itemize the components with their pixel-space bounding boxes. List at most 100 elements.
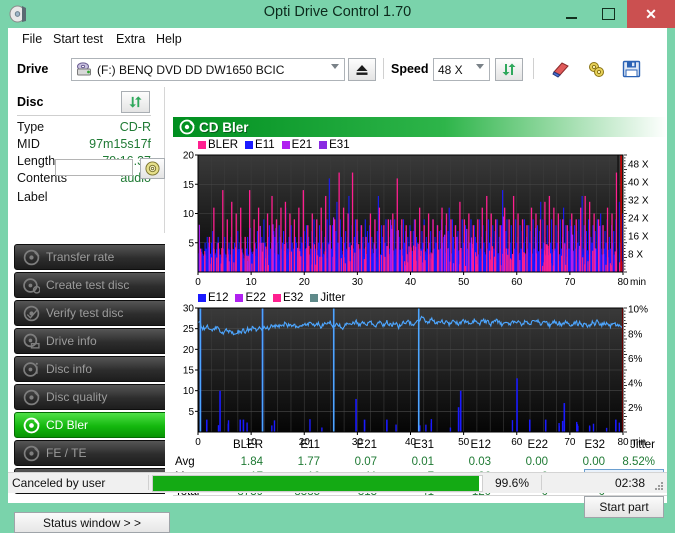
sidebar-label: Create test disc [46,278,130,292]
disc-verify-icon [23,305,40,321]
legend-entry: E21 [281,139,313,151]
table-cell: 0.07 [354,456,377,468]
stats-header-e21: E21 [356,439,377,451]
legend-label: E21 [291,139,313,151]
panel-title: CD Bler [199,119,249,135]
stats-header-e11: E11 [300,439,320,451]
disc-refresh-button[interactable] [121,91,150,113]
y-axis-tick-label: 10 [183,386,195,397]
disc-fete-icon [23,445,40,461]
application-window: Opti Drive Control 1.70 ✕ File Start tes… [0,0,675,533]
stats-header-e22: E22 [527,439,548,451]
close-button[interactable]: ✕ [627,0,675,28]
disc-panel-title: Disc [17,95,44,109]
stats-header-bler: BLER [232,439,263,451]
legend-entry: E31 [319,139,350,151]
disc-bler-icon [23,417,40,433]
disc-length-label: Length [17,154,56,168]
sidebar-item-disc-quality[interactable]: Disc quality [14,384,172,410]
jitter-chart-plot[interactable]: 510152025302%4%6%8%10%0 10 20 30 40 50 60 70 80 m… [173,292,667,452]
menu-extra[interactable]: Extra [116,32,145,46]
disc-type-label: Type [17,120,45,134]
legend-entry: BLER [198,139,238,151]
legend-swatch [198,294,206,302]
drive-select[interactable]: (F:) BENQ DVD DD DW1650 BCIC [71,58,345,81]
y-axis-tick-label: 10 [183,209,195,220]
legend-swatch [281,141,290,149]
sidebar-item-verify-test-disc[interactable]: Verify test disc [14,300,172,326]
maximize-button[interactable] [590,0,627,28]
progress-bar [152,475,483,492]
table-cell: 0.01 [411,456,434,468]
erase-icon [552,61,569,78]
status-window-button[interactable]: Status window > > [14,512,170,533]
legend-label: E12 [208,292,229,304]
sidebar-item-fe-te[interactable]: FE / TE [14,440,172,466]
legend-entry: E32 [272,292,303,304]
speed-select[interactable]: 48 X [433,58,490,81]
disc-bler-icon [179,119,195,135]
disc-drive-icon [23,333,40,349]
x-axis-tick-label: 0 [195,277,201,288]
eject-icon [356,64,368,75]
sidebar-label: Disc info [46,362,93,376]
disc-label-button[interactable] [140,158,165,179]
y2-axis-tick-label: 8% [628,329,643,340]
y-axis-tick-label: 15 [183,366,195,377]
drive-icon [77,62,91,76]
speed-value: 48 X [438,62,463,77]
disc-mid-value: 97m15s17f [89,137,151,151]
disc-label-input[interactable] [55,159,133,176]
sidebar-item-drive-info[interactable]: Drive info [14,328,172,354]
disc-quality-icon [23,389,40,405]
sidebar-label: FE / TE [46,446,87,460]
menu-start-test[interactable]: Start test [53,32,103,46]
bler-chart-plot[interactable]: 5 10 15 20 8 X 16 X 24 X 32 X 40 X 48 X 0 10 20 30 40 5… [173,139,667,289]
stats-header-e32: E32 [584,439,605,451]
disc-info-icon [23,361,38,377]
client-area: File Start test Extra Help Drive (F:) BE… [8,28,667,533]
y2-axis-tick-label: 10% [628,305,648,316]
legend-swatch [272,294,281,302]
sidebar-item-disc-info[interactable]: Disc info [14,356,172,382]
menu-bar: File Start test Extra Help [8,28,667,52]
resize-grip-icon[interactable] [654,481,664,491]
nav-list: Transfer rate Create test disc Verify te… [14,244,172,496]
save-icon [622,60,640,77]
eject-button[interactable] [348,58,376,81]
table-cell: 8.52% [622,456,655,468]
sidebar-label: Drive info [46,334,97,348]
status-message: Canceled by user [12,476,106,490]
bler-chart[interactable]: BLER E11 E21 E31 5 10 15 20 8 X 16 X 24 X 32 X 40 X… [173,139,667,289]
menu-file[interactable]: File [22,32,42,46]
sidebar-item-create-test-disc[interactable]: Create test disc [14,272,172,298]
jitter-chart[interactable]: E12 E22 E32 Jitter 5 10 15 20 25 30 2% 4% 6% 8% 10% 0 1… [173,292,667,452]
y2-axis-tick-label: 48 X [628,160,649,171]
toolbar: Drive (F:) BENQ DVD DD DW1650 BCIC Speed… [8,51,667,88]
legend-entry: Jitter [310,292,345,304]
refresh-button[interactable] [495,58,523,81]
legend-swatch [319,141,328,149]
panel-header: CD Bler [173,117,667,137]
x-axis-tick-label: 20 [299,277,311,288]
refresh-icon [502,63,516,76]
sidebar-label: Transfer rate [46,250,115,264]
menu-help[interactable]: Help [156,32,182,46]
x-axis-tick-label: 70 [564,277,576,288]
stats-header-e31: E31 [413,439,434,451]
sidebar-item-transfer-rate[interactable]: Transfer rate [14,244,172,270]
jitter-chart-legend: E12 E22 E32 Jitter [198,292,349,304]
settings-button[interactable] [583,57,609,80]
x-axis-tick-label: 50 [458,277,470,288]
save-button[interactable] [618,57,644,80]
legend-swatch [198,141,206,149]
erase-button[interactable] [548,57,574,80]
sidebar-item-cd-bler[interactable]: CD Bler [14,412,172,438]
start-part-button[interactable]: Start part [584,496,664,518]
y2-axis-tick-label: 32 X [628,196,649,207]
table-cell: 0.00 [525,456,548,468]
table-cell: 0.00 [582,456,605,468]
minimize-button[interactable] [553,0,590,28]
legend-entry: E22 [235,292,266,304]
progress-percent: 99.6% [495,476,530,490]
